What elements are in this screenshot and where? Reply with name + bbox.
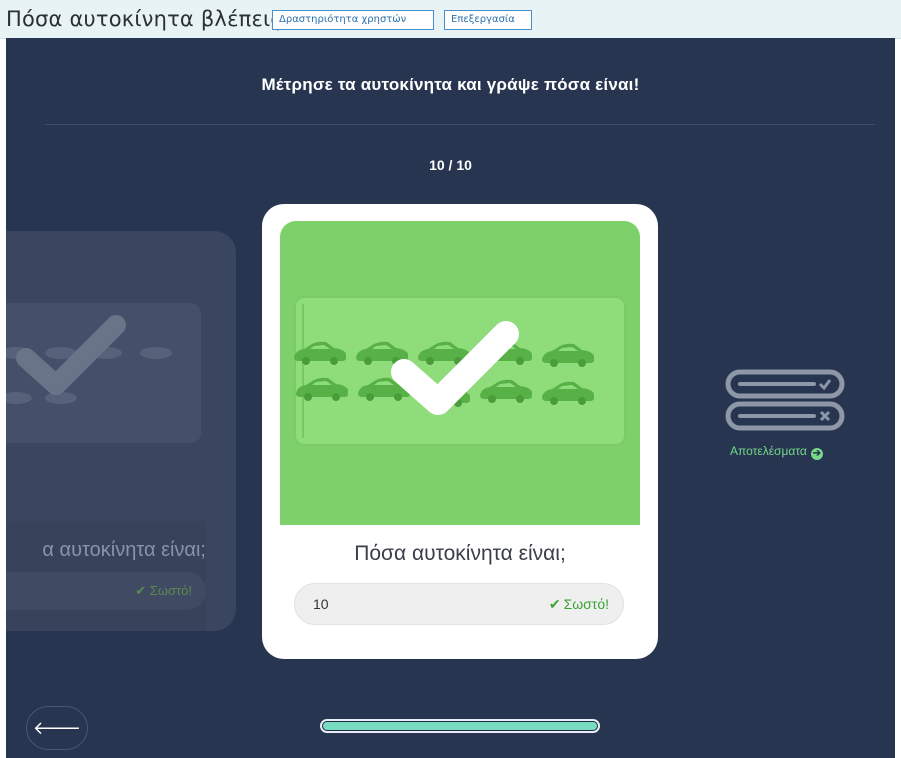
- previous-question-area: α αυτοκίνητα είναι; ✔ Σωστό!: [6, 521, 206, 631]
- card-image: [280, 221, 640, 525]
- answer-input[interactable]: 10 ✔ Σωστό!: [294, 583, 624, 625]
- previous-answer-status: ✔ Σωστό!: [135, 583, 192, 598]
- progress-fill: [323, 722, 597, 730]
- results-link[interactable]: Αποτελέσματα ➔: [730, 444, 823, 460]
- question-text: Πόσα αυτοκίνητα είναι;: [354, 542, 566, 565]
- edit-button[interactable]: Επεξεργασία: [444, 10, 532, 30]
- correct-check-icon: [391, 321, 519, 415]
- arrow-right-circle-icon: ➔: [810, 448, 823, 460]
- previous-answer-box: ✔ Σωστό!: [6, 572, 206, 610]
- activity-stage: Μέτρησε τα αυτοκίνητα και γράψε πόσα είν…: [6, 38, 895, 758]
- answer-status: ✔ Σωστό!: [549, 596, 609, 613]
- previous-card[interactable]: α αυτοκίνητα είναι; ✔ Σωστό!: [6, 231, 236, 631]
- results-label: Αποτελέσματα: [730, 444, 807, 458]
- top-bar: Πόσα αυτοκίνητα βλέπεις; Δραστηριότητα χ…: [0, 0, 901, 39]
- user-activity-button[interactable]: Δραστηριότητα χρηστών: [272, 10, 434, 30]
- previous-question: α αυτοκίνητα είναι;: [42, 539, 206, 561]
- answer-value: 10: [313, 596, 329, 612]
- divider: [45, 124, 875, 125]
- current-card: Πόσα αυτοκίνητα είναι; 10 ✔ Σωστό!: [262, 204, 658, 659]
- arrow-left-icon: 🡐: [32, 718, 82, 738]
- page-title: Πόσα αυτοκίνητα βλέπεις;: [6, 7, 291, 31]
- progress-bar: [320, 719, 600, 733]
- question-counter: 10 / 10: [429, 157, 472, 173]
- check-icon: ✔: [548, 596, 561, 612]
- instruction-text: Μέτρησε τα αυτοκίνητα και γράψε πόσα είν…: [261, 75, 640, 94]
- answer-status-label: Σωστό!: [563, 596, 609, 612]
- back-button[interactable]: 🡐: [26, 706, 88, 750]
- results-list-icon[interactable]: [724, 368, 848, 434]
- previous-check-icon: [16, 315, 126, 395]
